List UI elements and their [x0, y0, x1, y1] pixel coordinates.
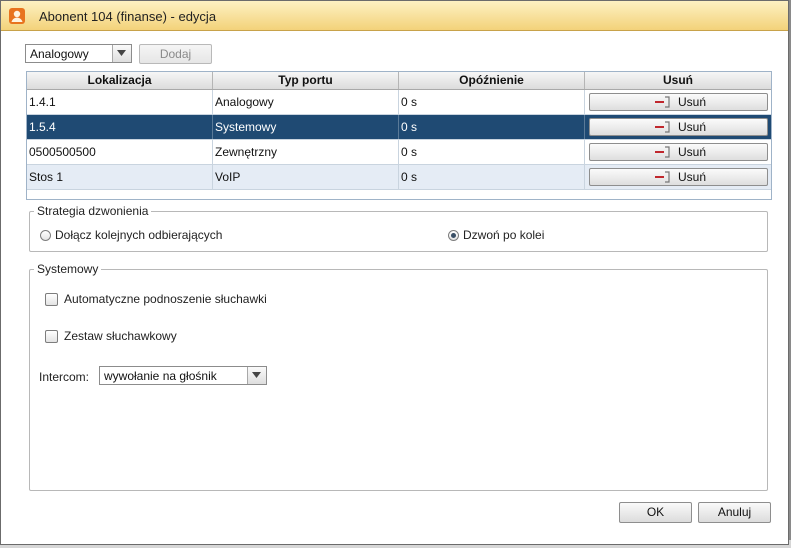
delete-icon — [655, 171, 670, 183]
table-header: Lokalizacja Typ portu Opóźnienie Usuń — [27, 72, 771, 90]
auto-pickup-checkbox[interactable] — [45, 293, 58, 306]
cell-lokalizacja: Stos 1 — [27, 165, 213, 189]
title-bar[interactable]: Abonent 104 (finanse) - edycja — [1, 1, 788, 31]
table-row[interactable]: Stos 1 VoIP 0 s Usuń — [27, 165, 771, 190]
table-row-selected[interactable]: 1.5.4 Systemowy 0 s Usuń — [27, 115, 771, 140]
delete-label: Usuń — [678, 145, 707, 159]
auto-pickup-label[interactable]: Automatyczne podnoszenie słuchawki — [64, 292, 267, 306]
systemowy-group: Systemowy Automatyczne podnoszenie słuch… — [29, 262, 768, 491]
app-icon — [9, 8, 25, 24]
intercom-label: Intercom: — [39, 370, 90, 384]
cell-lokalizacja: 0500500500 — [27, 140, 213, 164]
cell-opoznienie: 0 s — [399, 115, 585, 139]
port-type-select[interactable]: Analogowy — [25, 44, 132, 63]
strategy-legend: Strategia dzwonienia — [34, 204, 152, 218]
delete-icon — [655, 146, 670, 158]
window-title: Abonent 104 (finanse) - edycja — [39, 9, 217, 24]
cell-typ-portu: VoIP — [213, 165, 399, 189]
delete-row-button[interactable]: Usuń — [589, 143, 768, 161]
port-type-value: Analogowy — [30, 47, 89, 61]
cell-lokalizacja: 1.4.1 — [27, 90, 213, 114]
radio-ring-sequential-label[interactable]: Dzwoń po kolei — [463, 228, 544, 242]
delete-row-button[interactable]: Usuń — [589, 168, 768, 186]
cancel-button[interactable]: Anuluj — [698, 502, 771, 523]
column-header-opoznienie[interactable]: Opóźnienie — [399, 72, 585, 89]
table-row[interactable]: 0500500500 Zewnętrzny 0 s Usuń — [27, 140, 771, 165]
ports-table: Lokalizacja Typ portu Opóźnienie Usuń 1.… — [26, 71, 772, 200]
delete-row-button[interactable]: Usuń — [589, 93, 768, 111]
intercom-select[interactable]: wywołanie na głośnik — [99, 366, 267, 385]
column-header-usun[interactable]: Usuń — [585, 72, 771, 89]
add-button[interactable]: Dodaj — [139, 44, 212, 64]
cell-typ-portu: Systemowy — [213, 115, 399, 139]
chevron-down-icon[interactable] — [247, 367, 266, 384]
cell-lokalizacja: 1.5.4 — [27, 115, 213, 139]
delete-icon — [655, 96, 670, 108]
dialog-content: Analogowy Dodaj Lokalizacja Typ portu Op… — [2, 31, 787, 543]
column-header-lokalizacja[interactable]: Lokalizacja — [27, 72, 213, 89]
systemowy-legend: Systemowy — [34, 262, 102, 276]
delete-row-button[interactable]: Usuń — [589, 118, 768, 136]
delete-label: Usuń — [678, 120, 707, 134]
cell-opoznienie: 0 s — [399, 90, 585, 114]
table-row[interactable]: 1.4.1 Analogowy 0 s Usuń — [27, 90, 771, 115]
strategy-group: Strategia dzwonienia Dołącz kolejnych od… — [29, 204, 768, 252]
radio-join-answerers[interactable] — [40, 230, 51, 241]
radio-join-answerers-label[interactable]: Dołącz kolejnych odbierających — [55, 228, 222, 242]
headset-label[interactable]: Zestaw słuchawkowy — [64, 329, 177, 343]
radio-ring-sequential[interactable] — [448, 230, 459, 241]
intercom-value: wywołanie na głośnik — [104, 369, 217, 383]
cell-typ-portu: Zewnętrzny — [213, 140, 399, 164]
cell-opoznienie: 0 s — [399, 140, 585, 164]
column-header-typ-portu[interactable]: Typ portu — [213, 72, 399, 89]
cell-typ-portu: Analogowy — [213, 90, 399, 114]
cell-opoznienie: 0 s — [399, 165, 585, 189]
delete-icon — [655, 121, 670, 133]
chevron-down-icon[interactable] — [112, 45, 131, 62]
headset-checkbox[interactable] — [45, 330, 58, 343]
delete-label: Usuń — [678, 170, 707, 184]
delete-label: Usuń — [678, 95, 707, 109]
edit-dialog: Abonent 104 (finanse) - edycja Analogowy… — [0, 0, 789, 545]
ok-button[interactable]: OK — [619, 502, 692, 523]
